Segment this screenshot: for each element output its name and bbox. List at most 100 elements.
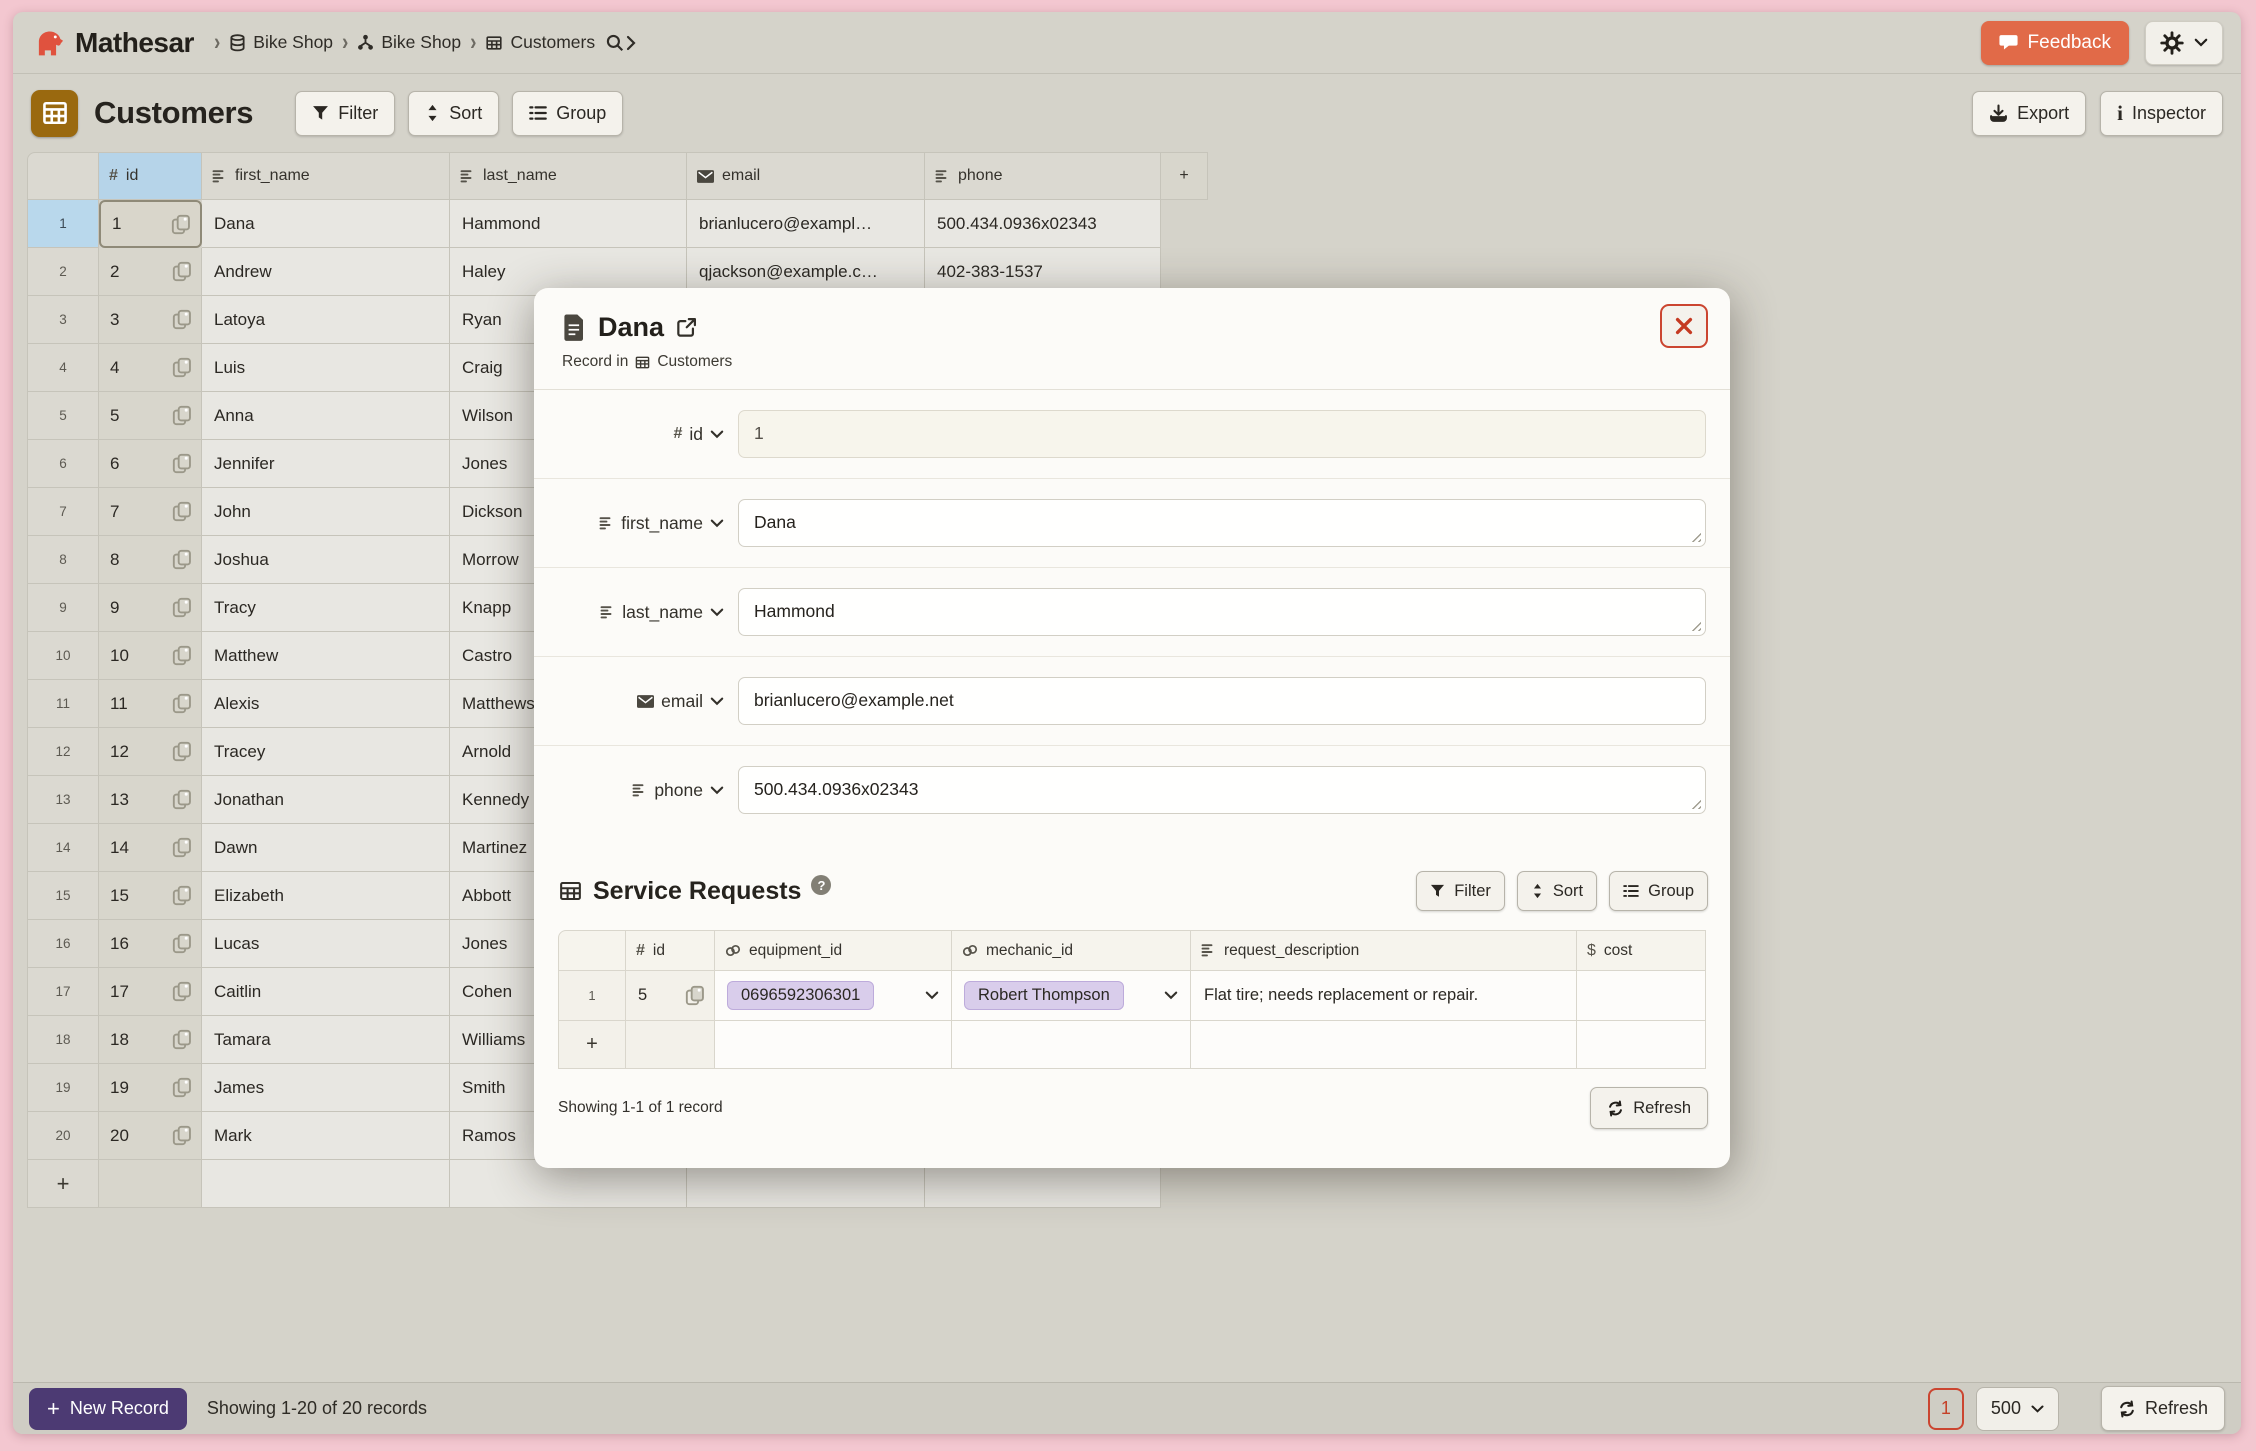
cell-id[interactable]: 3 <box>99 296 202 344</box>
page-size-dropdown[interactable]: 500 <box>1976 1387 2059 1431</box>
cell-first_name[interactable]: Tracy <box>202 584 450 632</box>
cell-first_name[interactable]: Anna <box>202 392 450 440</box>
row-number[interactable]: 15 <box>27 872 99 920</box>
copy-icon[interactable] <box>172 1029 192 1050</box>
resize-handle[interactable] <box>1689 530 1701 542</box>
export-button[interactable]: Export <box>1972 91 2086 136</box>
resize-handle[interactable] <box>1689 797 1701 809</box>
cell-id[interactable]: 17 <box>99 968 202 1016</box>
copy-icon[interactable] <box>172 933 192 954</box>
field-input-first_name[interactable]: Dana <box>738 499 1706 547</box>
row-number[interactable]: 20 <box>27 1112 99 1160</box>
copy-icon[interactable] <box>172 357 192 378</box>
help-icon[interactable]: ? <box>811 875 831 895</box>
cell-first_name[interactable]: Caitlin <box>202 968 450 1016</box>
cell-id[interactable]: 18 <box>99 1016 202 1064</box>
inspector-button[interactable]: i Inspector <box>2100 91 2223 136</box>
related-sort-button[interactable]: Sort <box>1517 871 1597 911</box>
related-group-button[interactable]: Group <box>1609 871 1708 911</box>
cell-id[interactable]: 4 <box>99 344 202 392</box>
cell-id[interactable]: 5 <box>99 392 202 440</box>
related-filter-button[interactable]: Filter <box>1416 871 1505 911</box>
breadcrumb-item-bike-shop[interactable]: Bike Shop <box>229 32 333 53</box>
row-number[interactable]: 10 <box>27 632 99 680</box>
field-label-id[interactable]: #id <box>558 424 724 445</box>
cell-id[interactable]: 11 <box>99 680 202 728</box>
chevron-right-icon[interactable] <box>626 35 636 51</box>
row-number[interactable]: 7 <box>27 488 99 536</box>
column-header-first_name[interactable]: first_name <box>202 152 450 200</box>
cell-first_name[interactable]: Tracey <box>202 728 450 776</box>
cell-id[interactable]: 20 <box>99 1112 202 1160</box>
page-1-button[interactable]: 1 <box>1928 1388 1964 1430</box>
field-label-phone[interactable]: phone <box>558 780 724 801</box>
copy-icon[interactable] <box>172 837 192 858</box>
cell-phone[interactable]: 500.434.0936x02343 <box>925 200 1161 248</box>
row-number[interactable]: 16 <box>27 920 99 968</box>
copy-icon[interactable] <box>172 741 192 762</box>
cell-first_name[interactable]: Lucas <box>202 920 450 968</box>
chevron-down-icon[interactable] <box>710 519 724 528</box>
cell-first_name[interactable]: Tamara <box>202 1016 450 1064</box>
cell-first_name[interactable]: James <box>202 1064 450 1112</box>
field-input-last_name[interactable]: Hammond <box>738 588 1706 636</box>
row-number[interactable]: 5 <box>27 392 99 440</box>
row-number[interactable]: 3 <box>27 296 99 344</box>
cell-first_name[interactable]: Dawn <box>202 824 450 872</box>
cell-first_name[interactable]: Joshua <box>202 536 450 584</box>
column-header-email[interactable]: email <box>687 152 925 200</box>
cell-id[interactable]: 7 <box>99 488 202 536</box>
chevron-down-icon[interactable] <box>710 697 724 706</box>
copy-icon[interactable] <box>172 549 192 570</box>
cell-id[interactable]: 2 <box>99 248 202 296</box>
cell-first_name[interactable]: Mark <box>202 1112 450 1160</box>
fk-record-chip[interactable]: 0696592306301 <box>727 981 874 1010</box>
cell-first_name[interactable]: Jennifer <box>202 440 450 488</box>
cell-request_description[interactable]: Flat tire; needs replacement or repair. <box>1191 971 1577 1021</box>
group-button[interactable]: Group <box>512 91 623 136</box>
field-input-phone[interactable]: 500.434.0936x02343 <box>738 766 1706 814</box>
cell-id[interactable]: 5 <box>626 971 715 1021</box>
chevron-down-icon[interactable] <box>710 430 724 439</box>
chevron-down-icon[interactable] <box>1164 991 1178 1000</box>
field-label-first_name[interactable]: first_name <box>558 513 724 534</box>
row-number[interactable]: 9 <box>27 584 99 632</box>
copy-icon[interactable] <box>172 1125 192 1146</box>
copy-icon[interactable] <box>172 693 192 714</box>
cell-id[interactable]: 8 <box>99 536 202 584</box>
settings-button[interactable] <box>2145 21 2223 65</box>
cell-email[interactable]: brianlucero@exampl… <box>687 200 925 248</box>
copy-icon[interactable] <box>172 981 192 1002</box>
cell-first_name[interactable]: Matthew <box>202 632 450 680</box>
copy-icon[interactable] <box>172 309 192 330</box>
cell-id[interactable]: 12 <box>99 728 202 776</box>
row-number[interactable]: 17 <box>27 968 99 1016</box>
column-header-equipment_id[interactable]: equipment_id <box>715 930 952 971</box>
row-number[interactable]: 13 <box>27 776 99 824</box>
chevron-down-icon[interactable] <box>710 786 724 795</box>
copy-icon[interactable] <box>172 1077 192 1098</box>
cell-id[interactable]: 15 <box>99 872 202 920</box>
breadcrumb-item-customers[interactable]: Customers <box>485 32 595 53</box>
cell-last_name[interactable]: Hammond <box>450 200 687 248</box>
cell-first_name[interactable]: Alexis <box>202 680 450 728</box>
cell-id[interactable]: 6 <box>99 440 202 488</box>
cell-first_name[interactable]: Dana <box>202 200 450 248</box>
copy-icon[interactable] <box>172 261 192 282</box>
cell-cost[interactable] <box>1577 971 1706 1021</box>
cell-first_name[interactable]: Latoya <box>202 296 450 344</box>
copy-icon[interactable] <box>172 789 192 810</box>
cell-mechanic_id[interactable]: Robert Thompson <box>952 971 1191 1021</box>
add-row-button[interactable]: + <box>27 1160 99 1208</box>
cell-id[interactable]: 1 <box>99 200 202 248</box>
column-header-id[interactable]: #id <box>626 930 715 971</box>
copy-icon[interactable] <box>172 453 192 474</box>
related-refresh-button[interactable]: Refresh <box>1590 1087 1708 1129</box>
add-row-button[interactable]: + <box>558 1021 626 1069</box>
refresh-button[interactable]: Refresh <box>2101 1386 2225 1431</box>
copy-icon[interactable] <box>171 214 191 235</box>
copy-icon[interactable] <box>172 501 192 522</box>
column-header-id[interactable]: #id <box>99 152 202 200</box>
cell-id[interactable]: 14 <box>99 824 202 872</box>
search-icon[interactable] <box>606 34 624 52</box>
